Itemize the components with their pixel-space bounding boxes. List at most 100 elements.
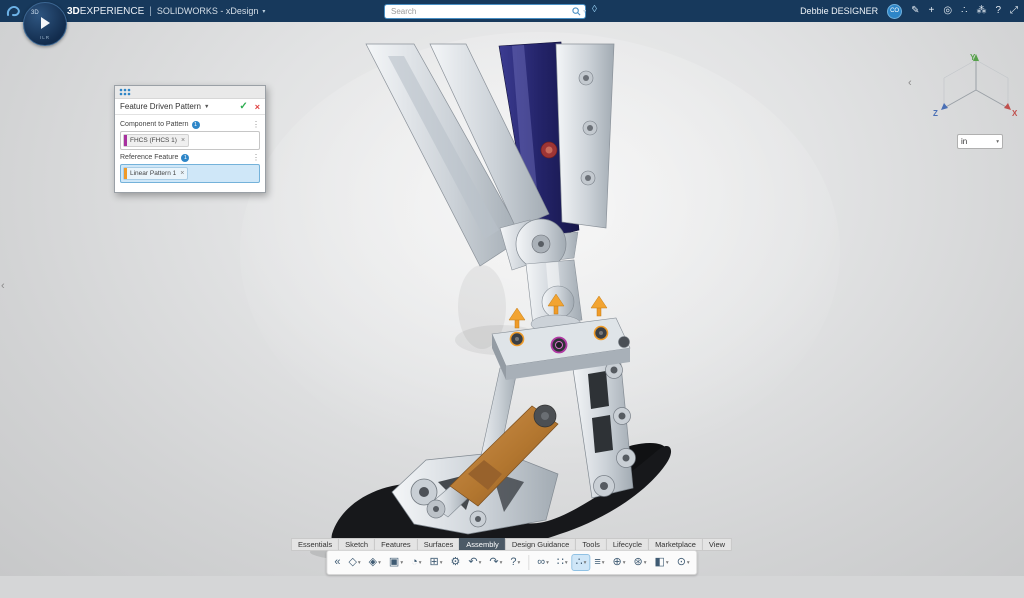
orientation-triad[interactable]: Y X Z [932, 50, 1020, 126]
toolbar-separator [528, 555, 529, 570]
section-view-icon: ◧ [655, 557, 665, 568]
chevron-down-icon: ▾ [602, 560, 605, 568]
new-component-icon: ◈ [369, 557, 377, 568]
compass-ilr-label: ILR [24, 35, 66, 40]
app-switcher[interactable]: 3D EXPERIENCE | SOLIDWORKS - xDesign ▾ [67, 6, 265, 17]
cancel-button[interactable]: × [255, 102, 260, 112]
toolbar-feature-driven-pattern[interactable]: ∴▾ [573, 555, 590, 570]
component-to-pattern-field[interactable]: FHCS (FHCS 1) × [120, 131, 260, 150]
section-menu-icon[interactable]: ⋮ [252, 120, 260, 129]
chevron-down-icon: ▾ [400, 560, 403, 568]
toolbar-section-view[interactable]: ◧▾ [652, 555, 672, 570]
brand-3d: 3D [67, 6, 80, 17]
tag-icon[interactable]: ◊ [592, 4, 597, 15]
chevron-down-icon: ▾ [644, 560, 647, 568]
left-panel-collapse-icon[interactable]: ‹ [1, 280, 5, 292]
toolbar-component-pattern[interactable]: ∷▾ [554, 555, 571, 570]
share-icon[interactable]: ∴ [961, 6, 967, 16]
component-pattern-icon: ∷ [557, 557, 564, 568]
community-icon[interactable]: ⁂ [976, 6, 986, 16]
selection-chip[interactable]: FHCS (FHCS 1) × [123, 134, 189, 147]
selection-count-badge: 1 [181, 154, 189, 162]
smart-fastener-icon: ⊕ [613, 557, 622, 568]
scroll-left-icon: « [334, 557, 340, 568]
compass-icon[interactable]: ◎ [943, 6, 952, 16]
reference-feature-label: Reference Feature [120, 154, 178, 161]
action-toolbar: « ◇▾ ◈▾ ▣▾ ◔▾ ⊞▾ ⚙ ↶▾ ↷▾ ?▾ ∞▾ ∷▾ ∴▾ ≡▾ … [326, 550, 697, 575]
measure-icon: ◔ [411, 557, 418, 568]
toolbar-exploded-view[interactable]: ⊛▾ [631, 555, 650, 570]
chevron-down-icon: ▾ [584, 560, 587, 568]
right-panel-collapse-icon[interactable]: ‹ [908, 77, 912, 89]
toolbar-mate[interactable]: ∞▾ [534, 555, 552, 570]
undo-icon: ↶ [468, 557, 477, 568]
selection-count-badge: 1 [192, 121, 200, 129]
exploded-view-icon: ⊛ [634, 557, 643, 568]
selection-chip[interactable]: Linear Pattern 1 × [123, 167, 188, 180]
toolbar-smart-fastener[interactable]: ⊕▾ [610, 555, 629, 570]
chip-color-bar [124, 135, 127, 146]
chevron-down-icon: ▾ [517, 560, 520, 568]
search-bar[interactable] [384, 4, 586, 19]
help-icon[interactable]: ? [995, 6, 1001, 16]
units-dropdown[interactable]: in ▾ [957, 134, 1003, 149]
gear-icon: ⚙ [450, 557, 460, 568]
toolbar-undo[interactable]: ↶▾ [465, 555, 484, 570]
dialog-drag-handle[interactable] [115, 86, 265, 99]
remove-chip-icon[interactable]: × [181, 137, 185, 144]
tab-view[interactable]: View [702, 538, 732, 551]
feature-driven-pattern-dialog: Feature Driven Pattern ▼ ✓ × Component t… [114, 85, 266, 193]
chevron-down-icon[interactable]: ▼ [204, 104, 209, 110]
toolbar-interference-check[interactable]: ⊙▾ [674, 555, 693, 570]
chevron-down-icon: ▾ [500, 560, 503, 568]
section-menu-icon[interactable]: ⋮ [252, 153, 260, 162]
add-icon[interactable]: + [928, 6, 934, 16]
chevron-down-icon[interactable]: ▾ [262, 8, 265, 15]
toolbar-help[interactable]: ?▾ [507, 555, 523, 570]
axis-y-label: Y [970, 53, 976, 62]
toolbar-save[interactable]: ▣▾ [386, 555, 406, 570]
user-avatar-badge[interactable]: CO [887, 4, 902, 19]
pylon[interactable] [526, 260, 582, 333]
chevron-down-icon: ▾ [479, 560, 482, 568]
search-icon[interactable] [572, 7, 581, 16]
remove-chip-icon[interactable]: × [180, 170, 184, 177]
3d-compass[interactable]: 3D ILR [23, 2, 67, 46]
chevron-down-icon: ▾ [358, 560, 361, 568]
mate-icon: ∞ [537, 557, 545, 568]
toolbar-scroll-left[interactable]: « [331, 555, 343, 570]
toolbar-new-component[interactable]: ◈▾ [366, 555, 384, 570]
chevron-down-icon: ▾ [440, 560, 443, 568]
units-value: in [961, 137, 967, 146]
toolbar-linear-pattern[interactable]: ≡▾ [591, 555, 607, 570]
feature-driven-pattern-icon: ∴ [576, 557, 583, 568]
toolbar-settings[interactable]: ⚙ [447, 555, 463, 570]
toolbar-redo[interactable]: ↷▾ [486, 555, 505, 570]
chevron-down-icon: ▾ [687, 560, 690, 568]
search-input[interactable] [389, 6, 572, 17]
toolbar-bom-table[interactable]: ⊞▾ [427, 555, 446, 570]
insert-component-icon: ◇ [348, 557, 356, 568]
pattern-icon [119, 88, 131, 96]
reference-feature-field[interactable]: Linear Pattern 1 × [120, 164, 260, 183]
component-to-pattern-label: Component to Pattern [120, 121, 189, 128]
fullscreen-icon[interactable]: ⤢ [1010, 6, 1018, 16]
toolbar-measure[interactable]: ◔▾ [408, 555, 424, 570]
redo-icon: ↷ [489, 557, 498, 568]
axis-z-label: Z [933, 109, 938, 118]
play-icon[interactable] [41, 17, 50, 29]
search-options-chevron-icon[interactable]: ▾ [583, 8, 586, 15]
chip-color-bar [124, 168, 127, 179]
chevron-down-icon: ▾ [546, 560, 549, 568]
3ds-logo-icon [5, 4, 23, 19]
chevron-down-icon: ▾ [996, 139, 999, 145]
chip-label: Linear Pattern 1 [130, 170, 176, 177]
toolbar-insert-component[interactable]: ◇▾ [345, 555, 363, 570]
linear-pattern-icon: ≡ [594, 557, 600, 568]
chevron-down-icon: ▾ [565, 560, 568, 568]
edit-icon[interactable]: ✎ [911, 6, 919, 16]
confirm-button[interactable]: ✓ [239, 101, 247, 112]
user-name[interactable]: Debbie DESIGNER [800, 6, 878, 16]
chevron-down-icon: ▾ [666, 560, 669, 568]
chip-label: FHCS (FHCS 1) [130, 137, 177, 144]
